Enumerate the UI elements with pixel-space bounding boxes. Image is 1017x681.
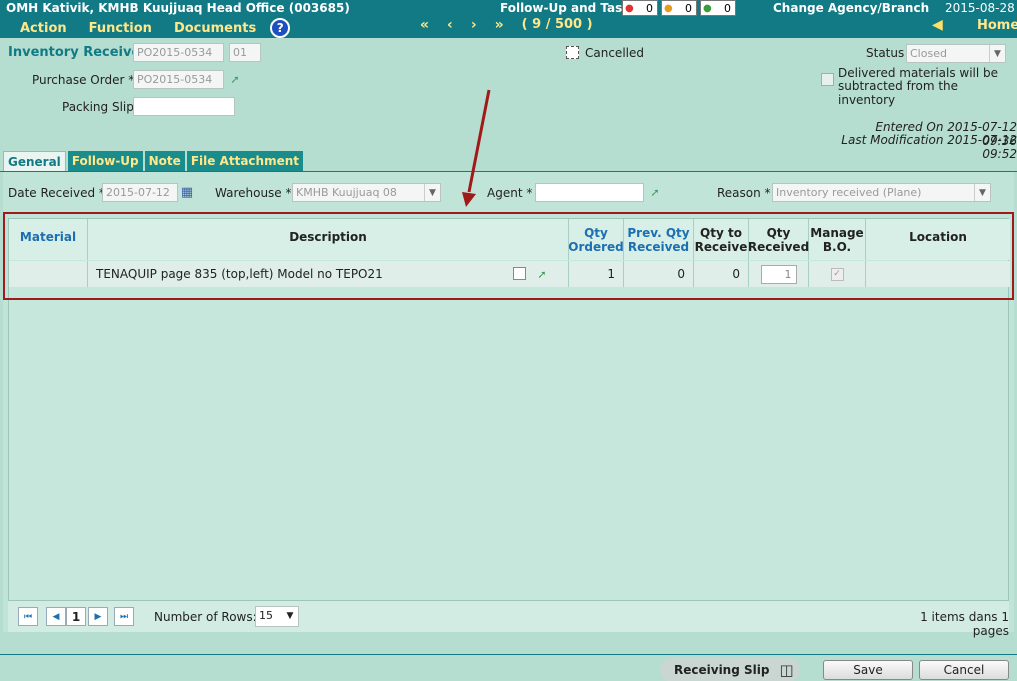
- home-arrow-icon[interactable]: ◀: [932, 17, 943, 33]
- first-record-button[interactable]: «: [420, 17, 429, 33]
- reason-label: Reason *: [717, 186, 771, 200]
- open-link-icon[interactable]: ➚: [228, 72, 242, 86]
- alert-badge-green[interactable]: ● 0: [700, 0, 736, 16]
- footer-divider: [0, 654, 1017, 655]
- last-page-button[interactable]: ⏭: [114, 607, 134, 626]
- delivered-note-line2: subtracted from the inventory: [838, 79, 959, 107]
- prev-page-button[interactable]: ◀: [46, 607, 66, 626]
- packing-slip-field[interactable]: [133, 97, 235, 116]
- bell-green-icon: ●: [703, 2, 712, 14]
- record-navigation: « ‹ › » ( 9 / 500 ): [420, 17, 593, 33]
- chevron-down-icon: ▼: [974, 184, 990, 201]
- delivered-checkbox[interactable]: [821, 73, 834, 86]
- tab-general[interactable]: General: [3, 151, 66, 172]
- packing-slip-label: Packing Slip: [62, 100, 134, 114]
- purchase-order-label: Purchase Order *: [32, 73, 135, 87]
- menu-documents[interactable]: Documents: [174, 21, 256, 36]
- reason-select: Inventory received (Plane) ▼: [772, 183, 991, 202]
- record-counter: ( 9 / 500 ): [521, 17, 593, 32]
- alert-badge-red[interactable]: ● 0: [622, 0, 658, 16]
- bell-red-icon: ●: [625, 2, 634, 14]
- cancelled-label: Cancelled: [585, 46, 644, 60]
- chevron-down-icon: ▼: [989, 45, 1005, 62]
- main-menu: Action Function Documents ?: [6, 18, 291, 38]
- status-label: Status: [866, 46, 905, 60]
- cancelled-checkbox[interactable]: [566, 46, 579, 59]
- date-received-label: Date Received *: [8, 186, 105, 200]
- rows-select[interactable]: 15 ▼: [255, 606, 299, 627]
- help-icon[interactable]: ?: [270, 18, 291, 38]
- organization-title: OMH Kativik, KMHB Kuujjuaq Head Office (…: [6, 1, 350, 15]
- tab-file-attachment[interactable]: File Attachment: [186, 151, 303, 171]
- change-agency-link[interactable]: Change Agency/Branch: [773, 1, 929, 15]
- date-received-field: 2015-07-12: [102, 183, 178, 202]
- status-select: Closed ▼: [906, 44, 1006, 63]
- tab-note[interactable]: Note: [144, 151, 185, 171]
- menu-function[interactable]: Function: [89, 21, 152, 36]
- next-page-button[interactable]: ▶: [88, 607, 108, 626]
- alert-badges: ● 0 ● 0 ● 0: [622, 0, 736, 16]
- warehouse-select: KMHB Kuujjuaq 08 ▼: [292, 183, 441, 202]
- first-page-button[interactable]: ⏮: [18, 607, 38, 626]
- current-page-button[interactable]: 1: [66, 607, 86, 626]
- agent-field[interactable]: [535, 183, 644, 202]
- agent-lookup-icon[interactable]: ➚: [648, 185, 662, 199]
- agent-label: Agent *: [487, 186, 533, 200]
- last-modification-text: Last Modification 2015-07-12 09:52: [841, 133, 1017, 161]
- delivered-note-line1: Delivered materials will be: [838, 66, 999, 80]
- pager-summary: 1 items dans 1 pages: [920, 610, 1009, 638]
- cancel-button[interactable]: Cancel: [919, 660, 1009, 680]
- alert-badge-orange[interactable]: ● 0: [661, 0, 697, 16]
- calendar-icon[interactable]: ▦: [180, 185, 194, 200]
- menu-action[interactable]: Action: [20, 21, 67, 36]
- warehouse-label: Warehouse *: [215, 186, 292, 200]
- rows-label: Number of Rows:: [154, 610, 257, 624]
- form-area: Inventory Received PO2015-0534 01 Purcha…: [0, 38, 1017, 161]
- inventory-received-field: PO2015-0534: [133, 43, 224, 62]
- purchase-order-field: PO2015-0534: [133, 70, 224, 89]
- print-preview-icon: ◫: [779, 661, 794, 679]
- last-record-button[interactable]: »: [495, 17, 504, 33]
- next-record-button[interactable]: ›: [471, 17, 477, 33]
- header-date: 2015-08-28: [945, 1, 1015, 15]
- chevron-down-icon: ▼: [286, 610, 294, 621]
- tab-follow-up[interactable]: Follow-Up: [67, 151, 143, 171]
- home-link[interactable]: Home: [977, 18, 1017, 33]
- highlight-box: [3, 212, 1014, 300]
- follow-up-task-label[interactable]: Follow-Up and Task: [500, 1, 630, 15]
- receiving-slip-button[interactable]: Receiving Slip ◫: [660, 658, 800, 681]
- tab-bar: General Follow-Up Note File Attachment: [3, 151, 303, 172]
- chevron-down-icon: ▼: [424, 184, 440, 201]
- pager: ⏮ ◀ 1 ▶ ⏭ Number of Rows: 15 ▼ 1 items d…: [8, 601, 1009, 638]
- bell-orange-icon: ●: [664, 2, 673, 14]
- prev-record-button[interactable]: ‹: [447, 17, 453, 33]
- inventory-received-suffix-field: 01: [229, 43, 261, 62]
- save-button[interactable]: Save: [823, 660, 913, 680]
- inventory-received-label: Inventory Received: [8, 45, 150, 60]
- app-header: OMH Kativik, KMHB Kuujjuaq Head Office (…: [0, 0, 1017, 38]
